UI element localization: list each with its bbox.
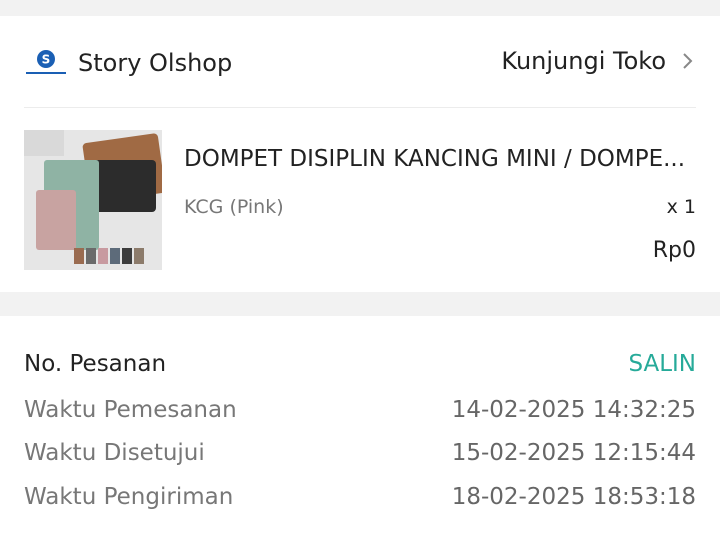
- product-price: Rp0: [652, 238, 696, 263]
- approved-time-row: Waktu Disetujui 15-02-2025 12:15:44: [24, 437, 696, 469]
- order-info-card: No. Pesanan SALIN Waktu Pemesanan 14-02-…: [0, 316, 720, 541]
- visit-shop-label: Kunjungi Toko: [501, 47, 666, 75]
- shop-logo-icon: S: [26, 50, 66, 74]
- visit-shop-button[interactable]: Kunjungi Toko: [501, 46, 696, 76]
- wallet-photo-icon: [24, 130, 162, 270]
- product-variant: KCG (Pink): [184, 196, 284, 218]
- shop-logo-letter: S: [42, 53, 51, 67]
- product-thumbnail: [24, 130, 162, 270]
- shipping-time-value: 18-02-2025 18:53:18: [451, 484, 696, 510]
- order-time-row: Waktu Pemesanan 14-02-2025 14:32:25: [24, 394, 696, 426]
- shop-name: Story Olshop: [78, 49, 233, 77]
- shop-order-card: S Story Olshop Kunjungi Toko DOMPET DISI…: [0, 16, 720, 292]
- chevron-right-icon: [683, 53, 693, 69]
- approved-time-label: Waktu Disetujui: [24, 440, 205, 466]
- section-divider: [0, 292, 720, 316]
- order-time-label: Waktu Pemesanan: [24, 397, 237, 423]
- order-number-label: No. Pesanan: [24, 351, 167, 377]
- shop-header[interactable]: S Story Olshop Kunjungi Toko: [24, 16, 696, 108]
- shipping-time-row: Waktu Pengiriman 18-02-2025 18:53:18: [24, 481, 696, 513]
- product-title: DOMPET DISIPLIN KANCING MINI / DOMPE...: [184, 146, 686, 172]
- copy-button[interactable]: SALIN: [628, 351, 696, 377]
- order-time-value: 14-02-2025 14:32:25: [451, 397, 696, 423]
- order-number-row: No. Pesanan SALIN: [24, 348, 696, 380]
- top-spacer: [0, 0, 720, 16]
- product-item[interactable]: DOMPET DISIPLIN KANCING MINI / DOMPE... …: [24, 108, 696, 276]
- shipping-time-label: Waktu Pengiriman: [24, 484, 234, 510]
- product-quantity: x 1: [666, 196, 696, 218]
- approved-time-value: 15-02-2025 12:15:44: [451, 440, 696, 466]
